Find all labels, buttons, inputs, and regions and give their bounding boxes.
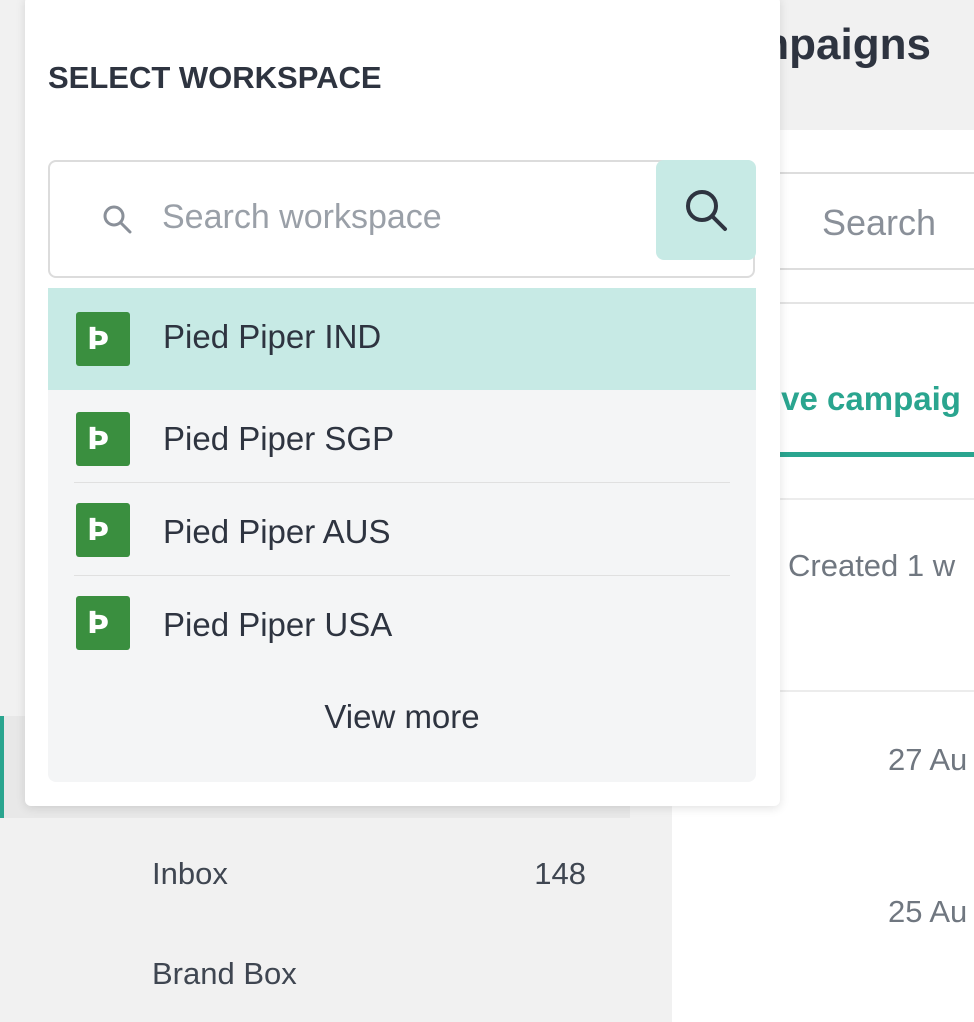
svg-text:Þ: Þ <box>87 322 109 357</box>
workspace-item-label: Pied Piper SGP <box>163 420 395 457</box>
table-row-date: 25 Au <box>888 894 968 929</box>
workspace-search-field[interactable] <box>48 160 755 278</box>
sidebar-item-label: Inbox <box>152 856 228 891</box>
workspace-item-pied-piper-ind[interactable]: Þ Pied Piper IND <box>48 288 756 390</box>
sidebar-item-inbox[interactable]: Inbox 148 <box>152 852 592 896</box>
sidebar-item-count: 148 <box>534 856 586 891</box>
workspace-item-pied-piper-usa[interactable]: Þ Pied Piper USA <box>48 576 756 672</box>
pied-piper-logo-icon: Þ <box>76 596 130 650</box>
sidebar-item-brand-box[interactable]: Brand Box <box>152 952 592 996</box>
tab-active-campaigns[interactable]: ive campaig <box>772 380 961 418</box>
svg-text:Þ: Þ <box>87 606 109 641</box>
pied-piper-logo-icon: Þ <box>76 503 130 557</box>
workspace-search-input[interactable] <box>162 198 642 237</box>
popup-title: SELECT WORKSPACE <box>48 60 382 95</box>
tab-active-indicator <box>776 452 974 457</box>
search-icon <box>103 205 132 234</box>
workspace-item-pied-piper-aus[interactable]: Þ Pied Piper AUS <box>48 483 756 575</box>
workspace-item-label: Pied Piper AUS <box>163 513 391 550</box>
svg-text:Þ: Þ <box>87 422 109 457</box>
workspace-list: Þ Pied Piper IND Þ Pied Piper SGP Þ Pied… <box>48 288 756 782</box>
workspace-selector-popup: SELECT WORKSPACE Þ Pied Piper IND <box>25 0 780 806</box>
view-more-link[interactable]: View more <box>48 698 756 736</box>
sidebar-active-marker <box>0 716 4 818</box>
campaign-search-field[interactable]: Search <box>743 172 974 270</box>
pied-piper-logo-icon: Þ <box>76 312 130 366</box>
workspace-search-button[interactable] <box>656 160 756 260</box>
campaign-search-placeholder: Search <box>822 202 937 243</box>
workspace-item-pied-piper-sgp[interactable]: Þ Pied Piper SGP <box>48 390 756 482</box>
workspace-item-label: Pied Piper USA <box>163 606 393 643</box>
workspace-item-label: Pied Piper IND <box>163 318 382 355</box>
pied-piper-logo-icon: Þ <box>76 412 130 466</box>
column-header-created[interactable]: Created 1 w <box>788 548 955 584</box>
svg-text:Þ: Þ <box>87 513 109 548</box>
sidebar-item-label: Brand Box <box>152 956 297 991</box>
search-icon <box>686 190 727 231</box>
table-row-date: 27 Au <box>888 742 968 777</box>
